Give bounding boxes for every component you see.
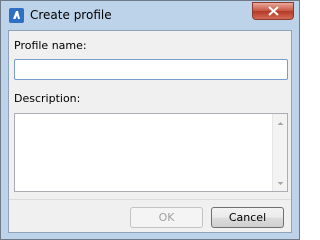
profile-name-input[interactable] <box>14 59 288 80</box>
description-textarea[interactable] <box>14 113 288 192</box>
profile-name-label: Profile name: <box>14 39 87 52</box>
close-button[interactable] <box>252 2 294 20</box>
window-title: Create profile <box>30 8 112 22</box>
scroll-up-arrow-icon[interactable] <box>276 118 285 127</box>
dialog-body: Profile name: Description: OK Cancel <box>8 30 292 233</box>
close-icon <box>268 6 279 16</box>
description-scrollbar[interactable] <box>272 114 287 191</box>
title-bar[interactable]: Create profile <box>1 1 299 29</box>
app-logo-icon <box>9 8 24 23</box>
description-text[interactable] <box>15 114 272 191</box>
ok-button[interactable]: OK <box>130 207 203 228</box>
cancel-button[interactable]: Cancel <box>211 207 284 228</box>
button-divider <box>9 199 291 200</box>
scroll-down-arrow-icon[interactable] <box>276 178 285 187</box>
create-profile-dialog: Create profile Profile name: Description… <box>0 0 300 240</box>
description-label: Description: <box>14 92 81 105</box>
